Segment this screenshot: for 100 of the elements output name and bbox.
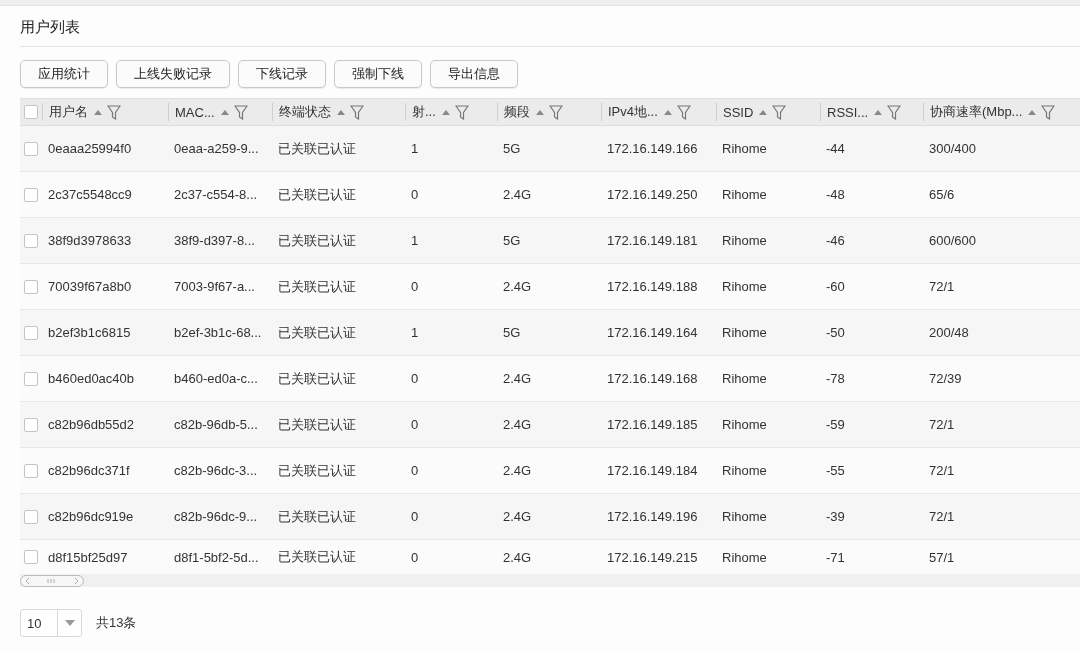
table-cell: 已关联已认证: [278, 139, 356, 158]
table-cell: -46: [826, 233, 845, 248]
table-cell: -71: [826, 549, 845, 565]
table-cell: 0: [411, 279, 419, 294]
scrollbar[interactable]: [20, 574, 84, 587]
table-cell: 172.16.149.185: [607, 417, 698, 432]
checkbox[interactable]: [24, 509, 38, 524]
table-cell: 已关联已认证: [278, 185, 356, 204]
table-cell: 300/400: [929, 141, 976, 156]
column-header[interactable]: 终端状态: [279, 103, 331, 121]
table-cell: Rihome: [722, 141, 767, 156]
checkbox[interactable]: [24, 417, 38, 432]
toolbar-button[interactable]: 下线记录: [238, 60, 326, 88]
table-cell: 2.4G: [503, 371, 532, 386]
sort-icon[interactable]: [337, 109, 345, 115]
table-cell: b460-ed0a-c...: [174, 371, 258, 386]
total-count: 共13条: [96, 614, 137, 632]
table-cell: Rihome: [722, 325, 767, 340]
table-cell: 已关联已认证: [278, 231, 356, 250]
filter-icon[interactable]: [107, 104, 121, 120]
table-cell: 200/48: [929, 325, 969, 340]
table-cell: b2ef3b1c6815: [48, 325, 131, 340]
table-cell: -50: [826, 325, 845, 340]
table-cell: 已关联已认证: [278, 415, 356, 434]
table-cell: 172.16.149.215: [607, 549, 698, 565]
table-cell: 已关联已认证: [278, 323, 356, 342]
table-cell: 57/1: [929, 549, 955, 565]
table-cell: b460ed0ac40b: [48, 371, 135, 386]
checkbox[interactable]: [24, 187, 38, 202]
table-cell: 38f9-d397-8...: [174, 233, 255, 248]
checkbox[interactable]: [24, 233, 38, 248]
table-cell: d8f1-5bf2-5d...: [174, 549, 259, 565]
column-header[interactable]: MAC...: [175, 104, 215, 120]
table-cell: 2.4G: [503, 417, 532, 432]
checkbox[interactable]: [24, 279, 38, 294]
column-header[interactable]: IPv4地...: [608, 103, 658, 121]
table-cell: 1: [411, 233, 419, 248]
checkbox[interactable]: [24, 371, 38, 386]
table-cell: Rihome: [722, 187, 767, 202]
sort-icon[interactable]: [1028, 109, 1037, 115]
filter-icon[interactable]: [1041, 104, 1056, 120]
sort-icon[interactable]: [220, 109, 229, 115]
toolbar-button[interactable]: 应用统计: [20, 60, 108, 88]
table-cell: -60: [826, 279, 845, 294]
table-cell: -78: [826, 371, 845, 386]
page-size-select[interactable]: 10: [20, 609, 82, 637]
table-cell: -55: [826, 463, 845, 478]
table-cell: 5G: [503, 141, 521, 156]
column-header[interactable]: SSID: [723, 104, 754, 120]
checkbox[interactable]: [24, 141, 38, 156]
sort-icon[interactable]: [94, 109, 102, 115]
toolbar-button[interactable]: 强制下线: [334, 60, 422, 88]
table-cell: -44: [826, 141, 845, 156]
table-cell: 172.16.149.181: [607, 233, 698, 248]
column-header[interactable]: 协商速率(Mbp...: [930, 103, 1023, 121]
column-header[interactable]: 用户名: [49, 103, 88, 121]
filter-icon[interactable]: [887, 104, 902, 120]
checkbox[interactable]: [24, 463, 38, 478]
sort-icon[interactable]: [874, 109, 883, 115]
sort-icon[interactable]: [759, 109, 768, 115]
table-cell: 2c37c5548cc9: [48, 187, 132, 202]
checkbox[interactable]: [24, 105, 38, 119]
column-header[interactable]: RSSI...: [827, 104, 869, 120]
table-cell: 0: [411, 549, 419, 565]
table-cell: 2c37-c554-8...: [174, 187, 258, 202]
sort-icon[interactable]: [536, 109, 544, 115]
table-cell: Rihome: [722, 549, 767, 565]
table-cell: 72/1: [929, 509, 955, 524]
table-cell: -39: [826, 509, 845, 524]
checkbox[interactable]: [24, 325, 38, 340]
table-cell: 7003-9f67-a...: [174, 279, 255, 294]
column-header[interactable]: 频段: [504, 103, 530, 121]
table-cell: 已关联已认证: [278, 548, 356, 566]
table-cell: 172.16.149.196: [607, 509, 698, 524]
filter-icon[interactable]: [549, 104, 563, 120]
sort-icon[interactable]: [441, 109, 450, 115]
toolbar-button[interactable]: 上线失败记录: [116, 60, 230, 88]
column-header[interactable]: 射...: [412, 103, 436, 121]
table-cell: -59: [826, 417, 845, 432]
toolbar-button[interactable]: 导出信息: [430, 60, 518, 88]
filter-icon[interactable]: [454, 104, 469, 120]
table-cell: 600/600: [929, 233, 976, 248]
table-cell: Rihome: [722, 233, 767, 248]
caret-icon: [64, 620, 75, 626]
filter-icon[interactable]: [676, 104, 691, 120]
table-cell: 72/1: [929, 463, 955, 478]
filter-icon[interactable]: [772, 104, 787, 120]
table-cell: -48: [826, 187, 845, 202]
table-cell: 已关联已认证: [278, 507, 356, 526]
panel-title: 用户列表: [20, 18, 80, 37]
filter-icon[interactable]: [350, 104, 364, 120]
table-cell: 2.4G: [503, 463, 532, 478]
sort-icon[interactable]: [663, 109, 672, 115]
table-cell: Rihome: [722, 371, 767, 386]
table-cell: 0eaa-a259-9...: [174, 141, 259, 156]
filter-icon[interactable]: [233, 104, 248, 120]
table-cell: 172.16.149.250: [607, 187, 698, 202]
checkbox[interactable]: [24, 550, 38, 564]
table-cell: 2.4G: [503, 187, 532, 202]
table-cell: 70039f67a8b0: [48, 279, 132, 294]
